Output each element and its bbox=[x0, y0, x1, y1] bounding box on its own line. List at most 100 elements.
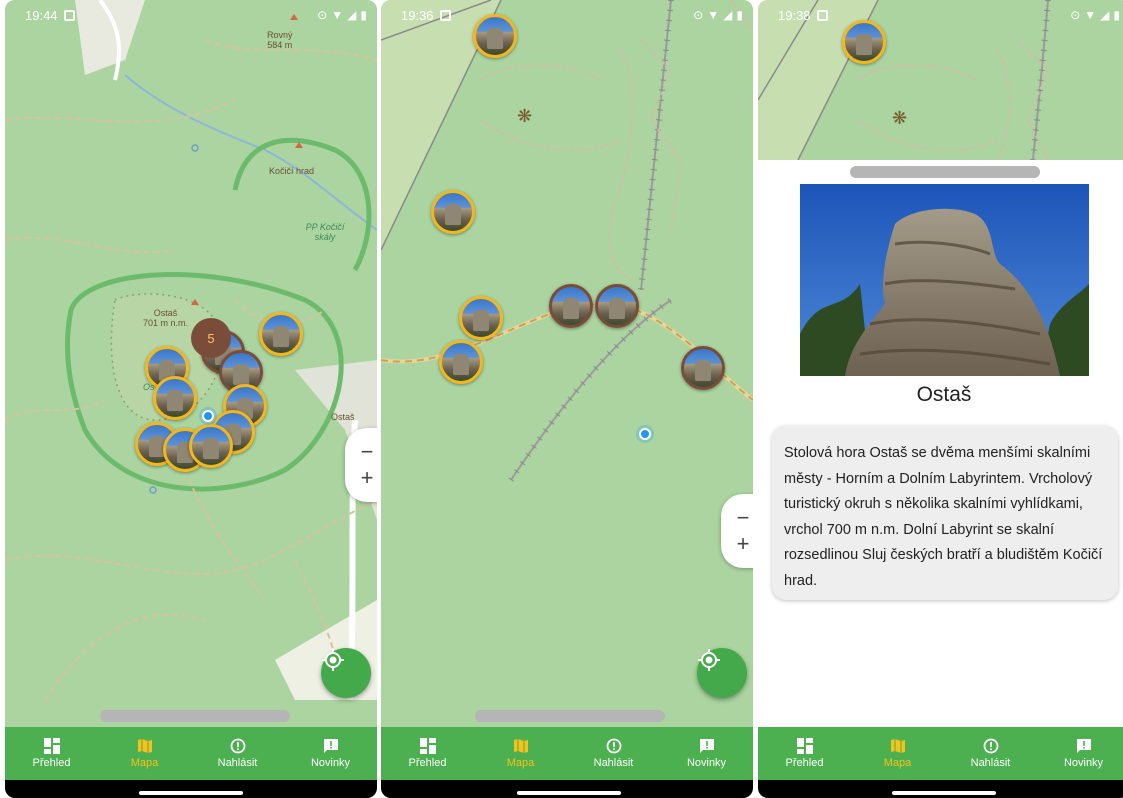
nav-item-prehled[interactable]: Přehled bbox=[5, 727, 98, 780]
status-time: 19:38 bbox=[778, 7, 811, 23]
announcement-icon bbox=[1076, 739, 1091, 753]
location-status-icon: ⊙ bbox=[1070, 8, 1081, 22]
nav-label: Nahlásit bbox=[217, 757, 258, 769]
wifi-icon: ▼ bbox=[331, 8, 344, 22]
gps-fixed-icon bbox=[322, 649, 344, 671]
map-label-pp-kocici-skaly: PP Kočičí skály bbox=[305, 222, 345, 242]
nav-label: Novinky bbox=[1063, 757, 1104, 769]
sheet-drag-handle[interactable] bbox=[850, 166, 1040, 178]
zoom-out-button[interactable]: − bbox=[737, 507, 750, 529]
map-icon bbox=[513, 739, 528, 753]
zoom-in-button[interactable]: + bbox=[361, 467, 374, 489]
place-photo bbox=[800, 184, 1089, 376]
notification-icon bbox=[439, 9, 451, 21]
nav-item-novinky[interactable]: Novinky bbox=[1037, 727, 1123, 780]
wifi-icon: ▼ bbox=[1084, 8, 1097, 22]
home-indicator[interactable] bbox=[892, 791, 996, 795]
notification-icon bbox=[63, 9, 75, 21]
zoom-control: − + bbox=[721, 494, 753, 568]
map-label-ostas-peak: Ostaš 701 m n.m. bbox=[143, 308, 189, 328]
battery-icon: ▮ bbox=[360, 8, 367, 22]
rock-photo-marker[interactable] bbox=[431, 190, 475, 234]
nav-label: Přehled bbox=[408, 757, 447, 769]
rock-photo-marker[interactable] bbox=[259, 312, 303, 356]
signal-icon: ◢ bbox=[723, 8, 733, 22]
status-bar: 19:44 ⊙ ▼ ◢ ▮ bbox=[5, 0, 377, 30]
nav-label: Mapa bbox=[506, 757, 535, 769]
nav-item-novinky[interactable]: Novinky bbox=[660, 727, 753, 780]
phone-screen-map-overview: Rovný 584 m Kočičí hrad PP Kočičí skály O… bbox=[5, 0, 377, 798]
home-indicator[interactable] bbox=[139, 791, 243, 795]
system-gesture-bar bbox=[5, 780, 377, 798]
nav-label: Mapa bbox=[883, 757, 912, 769]
place-description: Stolová hora Ostaš se dvěma menšími skal… bbox=[784, 445, 1103, 589]
map-icon bbox=[890, 739, 905, 753]
svg-text:❋: ❋ bbox=[892, 108, 907, 129]
nav-item-novinky[interactable]: Novinky bbox=[284, 727, 377, 780]
nav-label: Novinky bbox=[310, 757, 351, 769]
nav-item-nahlasit[interactable]: Nahlásit bbox=[944, 727, 1037, 780]
nav-item-mapa[interactable]: Mapa bbox=[98, 727, 191, 780]
announcement-icon bbox=[699, 739, 714, 753]
cluster-count-badge[interactable]: 5 bbox=[191, 318, 231, 358]
map-label-kocici-hrad: Kočičí hrad bbox=[269, 166, 315, 176]
nav-label: Novinky bbox=[686, 757, 727, 769]
rock-photo-marker[interactable] bbox=[439, 340, 483, 384]
dashboard-icon bbox=[43, 738, 60, 754]
zoom-control: − + bbox=[345, 428, 377, 502]
rock-photo-marker[interactable] bbox=[153, 376, 197, 420]
map-view[interactable]: Rovný 584 m Kočičí hrad PP Kočičí skály O… bbox=[5, 0, 377, 727]
status-bar: 19:38 ⊙ ▼ ◢ ▮ bbox=[758, 0, 1123, 30]
signal-icon: ◢ bbox=[347, 8, 357, 22]
dashboard-icon bbox=[419, 738, 436, 754]
map-label-ostas-village: Ostaš bbox=[331, 412, 355, 422]
map-icon bbox=[137, 739, 152, 753]
sheet-drag-handle[interactable] bbox=[475, 710, 665, 722]
nav-item-mapa[interactable]: Mapa bbox=[474, 727, 567, 780]
place-description-card: Stolová hora Ostaš se dvěma menšími skal… bbox=[772, 426, 1118, 600]
status-bar: 19:36 ⊙ ▼ ◢ ▮ bbox=[381, 0, 753, 30]
nav-label: Mapa bbox=[130, 757, 159, 769]
location-status-icon: ⊙ bbox=[317, 8, 328, 22]
bottom-navigation: Přehled Mapa Nahlásit Novinky bbox=[381, 727, 753, 780]
rock-photo-marker[interactable] bbox=[595, 284, 639, 328]
home-indicator[interactable] bbox=[517, 791, 621, 795]
nav-label: Přehled bbox=[785, 757, 824, 769]
system-gesture-bar bbox=[758, 780, 1123, 798]
bottom-navigation: Přehled Mapa Nahlásit Novinky bbox=[758, 727, 1123, 780]
dashboard-icon bbox=[796, 738, 813, 754]
zoom-in-button[interactable]: + bbox=[737, 533, 750, 555]
sheet-drag-handle[interactable] bbox=[100, 710, 290, 722]
user-location-icon bbox=[198, 406, 218, 426]
report-icon bbox=[230, 738, 245, 754]
nav-item-nahlasit[interactable]: Nahlásit bbox=[567, 727, 660, 780]
user-location-icon bbox=[635, 424, 655, 444]
rock-photo-marker[interactable] bbox=[681, 346, 725, 390]
rock-photo-marker[interactable] bbox=[459, 296, 503, 340]
battery-icon: ▮ bbox=[736, 8, 743, 22]
notification-icon bbox=[816, 9, 828, 21]
locate-me-button[interactable] bbox=[321, 648, 371, 698]
map-view[interactable]: ❋ − + bbox=[381, 0, 753, 727]
wifi-icon: ▼ bbox=[707, 8, 720, 22]
report-icon bbox=[983, 738, 998, 754]
status-time: 19:36 bbox=[401, 7, 434, 23]
rock-photo-marker[interactable] bbox=[549, 284, 593, 328]
gps-fixed-icon bbox=[698, 649, 720, 671]
place-title: Ostaš bbox=[916, 383, 972, 406]
nav-label: Nahlásit bbox=[593, 757, 634, 769]
nav-item-nahlasit[interactable]: Nahlásit bbox=[191, 727, 284, 780]
zoom-out-button[interactable]: − bbox=[361, 441, 374, 463]
nav-item-prehled[interactable]: Přehled bbox=[758, 727, 851, 780]
nav-item-mapa[interactable]: Mapa bbox=[851, 727, 944, 780]
report-icon bbox=[606, 738, 621, 754]
nav-item-prehled[interactable]: Přehled bbox=[381, 727, 474, 780]
map-label-rovny: Rovný 584 m bbox=[267, 30, 293, 50]
location-status-icon: ⊙ bbox=[693, 8, 704, 22]
phone-screen-map-zoomed: ❋ − + 19:36 ⊙ ▼ ◢ ▮ Přehled Mapa Nahlási… bbox=[381, 0, 753, 798]
locate-me-button[interactable] bbox=[697, 648, 747, 698]
rock-photo-marker[interactable] bbox=[189, 424, 233, 468]
system-gesture-bar bbox=[381, 780, 753, 798]
status-time: 19:44 bbox=[25, 7, 58, 23]
svg-text:❋: ❋ bbox=[517, 106, 532, 127]
